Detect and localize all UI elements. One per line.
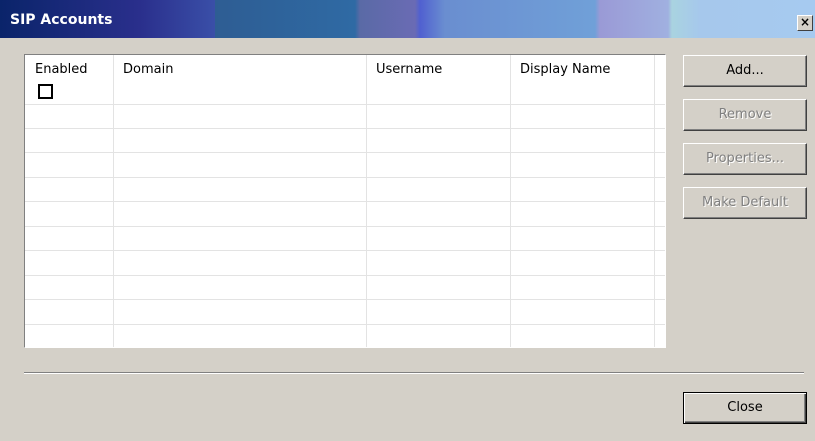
remove-button-label: Remove	[718, 107, 772, 122]
table-row-empty	[25, 202, 665, 227]
table-row-empty	[25, 251, 665, 276]
enabled-checkbox[interactable]	[38, 84, 53, 99]
column-header-domain[interactable]: Domain	[113, 55, 366, 81]
table-row-empty	[25, 177, 665, 202]
column-header-display-name[interactable]: Display Name	[510, 55, 654, 81]
table-row-empty	[25, 153, 665, 178]
table-row-empty	[25, 300, 665, 325]
close-button[interactable]: Close	[683, 392, 807, 424]
table-row-empty	[25, 324, 665, 347]
window-title: SIP Accounts	[10, 12, 113, 28]
remove-button[interactable]: Remove	[683, 99, 807, 131]
make-default-button[interactable]: Make Default	[683, 187, 807, 219]
column-header-username[interactable]: Username	[366, 55, 510, 81]
dialog-separator	[24, 372, 804, 374]
sip-accounts-list[interactable]: Enabled Domain Username Display Name	[24, 54, 666, 348]
properties-button[interactable]: Properties...	[683, 143, 807, 175]
list-header: Enabled Domain Username Display Name	[25, 55, 665, 81]
make-default-button-label: Make Default	[702, 195, 788, 210]
table-row[interactable]	[25, 80, 665, 105]
close-icon[interactable]: ×	[797, 15, 813, 31]
properties-button-label: Properties...	[705, 151, 785, 166]
table-row-empty	[25, 275, 665, 300]
add-button-label: Add...	[726, 63, 764, 78]
column-header-enabled[interactable]: Enabled	[25, 55, 113, 81]
add-button[interactable]: Add...	[683, 55, 807, 87]
table-row-empty	[25, 104, 665, 129]
close-button-label: Close	[727, 400, 763, 415]
title-bar: SIP Accounts	[0, 0, 815, 38]
table-row-empty	[25, 128, 665, 153]
table-row-empty	[25, 226, 665, 251]
